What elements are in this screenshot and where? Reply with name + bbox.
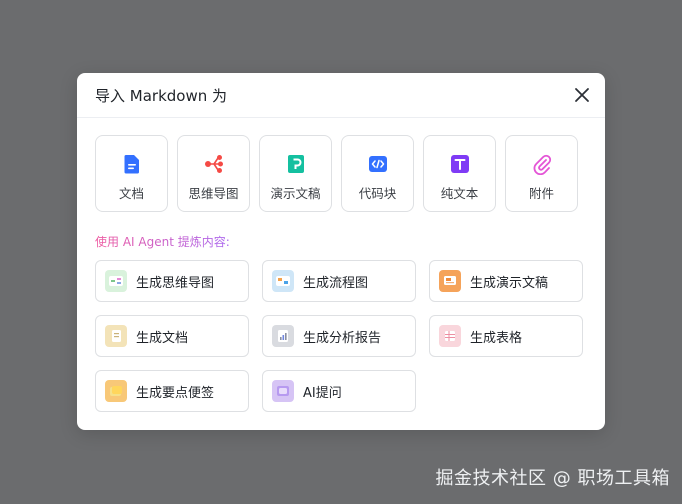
doc-thumb-icon bbox=[105, 325, 127, 347]
format-option-doc[interactable]: 文档 bbox=[95, 135, 168, 212]
import-markdown-dialog: 导入 Markdown 为 文档 思维导图 演示文稿 代码块 纯文本 附件 使用… bbox=[77, 73, 605, 430]
mindmap-icon bbox=[204, 155, 223, 173]
generate-notes-button[interactable]: 生成要点便签 bbox=[95, 370, 249, 412]
format-label: 纯文本 bbox=[440, 186, 479, 201]
ai-button-label: 生成流程图 bbox=[303, 275, 369, 291]
format-option-mindmap[interactable]: 思维导图 bbox=[177, 135, 250, 212]
table-thumb-icon bbox=[439, 325, 461, 347]
note-thumb-icon bbox=[105, 380, 127, 402]
ai-button-label: 生成分析报告 bbox=[303, 330, 382, 346]
slides-icon bbox=[287, 155, 304, 173]
ai-button-label: 生成思维导图 bbox=[136, 275, 215, 291]
ai-button-label: 生成表格 bbox=[470, 330, 523, 346]
ai-ask-button[interactable]: AI提问 bbox=[262, 370, 416, 412]
ai-button-label: AI提问 bbox=[303, 385, 342, 401]
generate-flowchart-button[interactable]: 生成流程图 bbox=[262, 260, 416, 302]
ai-button-label: 生成文档 bbox=[136, 330, 189, 346]
generate-report-button[interactable]: 生成分析报告 bbox=[262, 315, 416, 357]
format-label: 演示文稿 bbox=[270, 186, 321, 201]
code-icon bbox=[368, 156, 387, 172]
format-label: 代码块 bbox=[358, 186, 397, 201]
generate-slides-button[interactable]: 生成演示文稿 bbox=[429, 260, 583, 302]
close-icon[interactable] bbox=[573, 86, 591, 104]
format-option-slides[interactable]: 演示文稿 bbox=[259, 135, 332, 212]
format-options: 文档 思维导图 演示文稿 代码块 纯文本 附件 bbox=[95, 135, 578, 212]
generate-doc-button[interactable]: 生成文档 bbox=[95, 315, 249, 357]
format-label: 文档 bbox=[118, 186, 144, 201]
slides-thumb-icon bbox=[439, 270, 461, 292]
format-option-text[interactable]: 纯文本 bbox=[423, 135, 496, 212]
attachment-icon bbox=[533, 154, 551, 175]
report-thumb-icon bbox=[272, 325, 294, 347]
format-label: 附件 bbox=[528, 186, 554, 201]
format-label: 思维导图 bbox=[188, 186, 239, 201]
flowchart-thumb-icon bbox=[272, 270, 294, 292]
dialog-header: 导入 Markdown 为 bbox=[77, 73, 605, 118]
generate-mindmap-button[interactable]: 生成思维导图 bbox=[95, 260, 249, 302]
ai-actions: 生成思维导图 生成流程图 生成演示文稿 生成文档 生成分析报告 生成表格 生成要… bbox=[95, 260, 583, 412]
ai-agent-label: 使用 AI Agent 提炼内容: bbox=[95, 235, 230, 249]
mindmap-thumb-icon bbox=[105, 270, 127, 292]
doc-icon bbox=[124, 155, 139, 174]
ai-button-label: 生成要点便签 bbox=[136, 385, 215, 401]
format-option-attachment[interactable]: 附件 bbox=[505, 135, 578, 212]
ai-ask-thumb-icon bbox=[272, 380, 294, 402]
watermark: 掘金技术社区 @ 职场工具箱 bbox=[435, 468, 670, 489]
ai-button-label: 生成演示文稿 bbox=[470, 275, 549, 291]
format-option-code[interactable]: 代码块 bbox=[341, 135, 414, 212]
generate-table-button[interactable]: 生成表格 bbox=[429, 315, 583, 357]
text-icon bbox=[450, 155, 469, 173]
dialog-title: 导入 Markdown 为 bbox=[95, 87, 227, 105]
